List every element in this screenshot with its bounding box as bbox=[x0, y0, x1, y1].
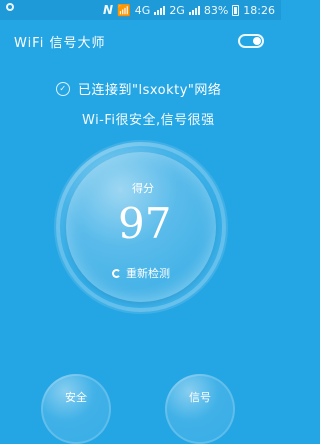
status-bar-right: N 📶 4G 2G 83% 18:26 bbox=[103, 2, 275, 18]
check-icon: ✓ bbox=[56, 81, 70, 96]
signal-icon-2 bbox=[188, 5, 200, 15]
connection-text: 已连接到"lsxokty"网络 bbox=[78, 83, 222, 98]
battery-percent: 83% bbox=[203, 3, 229, 17]
wifi-icon: 📶 bbox=[117, 3, 131, 17]
network-tag-2: 2G bbox=[169, 3, 185, 17]
battery-icon bbox=[232, 4, 240, 16]
connection-status: ✓ 已连接到"lsxokty"网络 bbox=[56, 79, 221, 98]
circle-indicator-icon bbox=[6, 3, 14, 11]
signal-label: 信号 bbox=[189, 391, 211, 404]
signal-button[interactable]: 信号 bbox=[165, 374, 235, 444]
nfc-icon: N bbox=[103, 3, 114, 17]
security-button[interactable]: 安全 bbox=[41, 374, 111, 444]
page-title: WiFi 信号大师 bbox=[14, 36, 106, 51]
toggle-icon[interactable] bbox=[238, 34, 264, 48]
retest-button[interactable]: 重新检测 bbox=[112, 265, 170, 281]
refresh-icon bbox=[112, 268, 121, 278]
status-bar: N 📶 4G 2G 83% 18:26 bbox=[0, 0, 281, 20]
signal-icon bbox=[154, 5, 166, 15]
network-tag-1: 4G bbox=[134, 3, 151, 17]
score-value: 97 bbox=[118, 199, 172, 248]
score-label: 得分 bbox=[132, 182, 154, 195]
security-label: 安全 bbox=[65, 391, 87, 404]
retest-label: 重新检测 bbox=[126, 267, 170, 280]
status-time: 18:26 bbox=[243, 3, 275, 17]
toggle-knob bbox=[253, 37, 261, 45]
security-note: Wi-Fi很安全,信号很强 bbox=[82, 113, 215, 128]
